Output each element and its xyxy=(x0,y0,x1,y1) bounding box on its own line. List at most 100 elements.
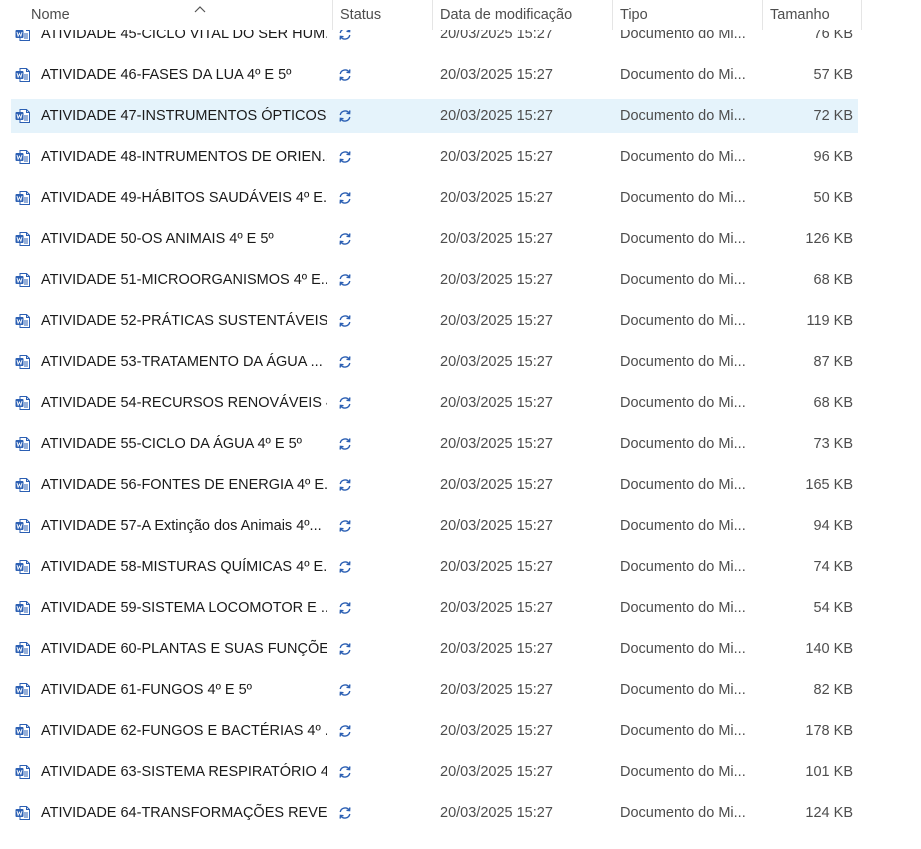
file-date: 20/03/2025 15:27 xyxy=(440,723,553,739)
column-header-date[interactable]: Data de modificação xyxy=(432,0,613,30)
sync-icon xyxy=(337,231,353,247)
file-row[interactable]: ATIVIDADE 49-HÁBITOS SAUDÁVEIS 4º E... 20… xyxy=(11,181,858,215)
file-name[interactable]: ATIVIDADE 64-TRANSFORMAÇÕES REVE... xyxy=(41,796,327,830)
file-date: 20/03/2025 15:27 xyxy=(440,108,553,124)
file-size: 57 KB xyxy=(813,67,854,83)
sync-icon xyxy=(337,805,353,821)
file-row[interactable]: ATIVIDADE 59-SISTEMA LOCOMOTOR E ... 20/0… xyxy=(11,591,858,625)
file-row[interactable]: ATIVIDADE 47-INSTRUMENTOS ÓPTICOS... 20/0… xyxy=(11,99,858,133)
word-document-icon xyxy=(15,477,31,493)
column-header-size[interactable]: Tamanho xyxy=(762,0,862,30)
file-row[interactable]: ATIVIDADE 58-MISTURAS QUÍMICAS 4º E... 20… xyxy=(11,550,858,584)
file-name[interactable]: ATIVIDADE 47-INSTRUMENTOS ÓPTICOS... xyxy=(41,99,327,133)
file-name[interactable]: ATIVIDADE 58-MISTURAS QUÍMICAS 4º E... xyxy=(41,550,327,584)
file-row[interactable]: ATIVIDADE 60-PLANTAS E SUAS FUNÇÕE... 20/… xyxy=(11,632,858,666)
file-row[interactable]: ATIVIDADE 55-CICLO DA ÁGUA 4º E 5º 20/03/… xyxy=(11,427,858,461)
column-header-type[interactable]: Tipo xyxy=(612,0,763,30)
file-row[interactable]: ATIVIDADE 52-PRÁTICAS SUSTENTÁVEIS ... 20… xyxy=(11,304,858,338)
sync-icon xyxy=(337,764,353,780)
word-document-icon xyxy=(15,67,31,83)
file-name[interactable]: ATIVIDADE 60-PLANTAS E SUAS FUNÇÕE... xyxy=(41,632,327,666)
file-row[interactable]: ATIVIDADE 56-FONTES DE ENERGIA 4º E... 20… xyxy=(11,468,858,502)
file-name[interactable]: ATIVIDADE 62-FUNGOS E BACTÉRIAS 4º ... xyxy=(41,714,327,748)
file-row[interactable]: ATIVIDADE 50-OS ANIMAIS 4º E 5º 20/03/202… xyxy=(11,222,858,256)
file-type: Documento do Mi... xyxy=(620,518,746,534)
file-size: 68 KB xyxy=(813,395,854,411)
word-document-icon xyxy=(15,600,31,616)
file-size: 178 KB xyxy=(805,723,853,739)
file-name[interactable]: ATIVIDADE 54-RECURSOS RENOVÁVEIS 4... xyxy=(41,386,327,420)
sync-icon xyxy=(337,149,353,165)
sync-icon xyxy=(337,108,353,124)
file-type: Documento do Mi... xyxy=(620,231,746,247)
word-document-icon xyxy=(15,272,31,288)
file-size: 50 KB xyxy=(813,190,854,206)
file-size: 72 KB xyxy=(813,108,854,124)
column-header: Nome Status Data de modificação Tipo Tam… xyxy=(0,0,862,30)
file-name[interactable]: ATIVIDADE 59-SISTEMA LOCOMOTOR E ... xyxy=(41,591,327,625)
word-document-icon xyxy=(15,190,31,206)
file-row[interactable]: ATIVIDADE 51-MICROORGANISMOS 4º E... 20/0… xyxy=(11,263,858,297)
file-row[interactable]: ATIVIDADE 48-INTRUMENTOS DE ORIEN... 20/0… xyxy=(11,140,858,174)
file-name[interactable]: ATIVIDADE 46-FASES DA LUA 4º E 5º xyxy=(41,58,327,92)
word-document-icon xyxy=(15,518,31,534)
file-date: 20/03/2025 15:27 xyxy=(440,395,553,411)
file-name[interactable]: ATIVIDADE 50-OS ANIMAIS 4º E 5º xyxy=(41,222,327,256)
file-row[interactable]: ATIVIDADE 53-TRATAMENTO DA ÁGUA ... 20/03… xyxy=(11,345,858,379)
word-document-icon xyxy=(15,682,31,698)
sync-icon xyxy=(337,313,353,329)
file-type: Documento do Mi... xyxy=(620,641,746,657)
file-type: Documento do Mi... xyxy=(620,313,746,329)
file-row[interactable]: ATIVIDADE 64-TRANSFORMAÇÕES REVE... 20/03… xyxy=(11,796,858,830)
file-date: 20/03/2025 15:27 xyxy=(440,600,553,616)
file-date: 20/03/2025 15:27 xyxy=(440,559,553,575)
file-type: Documento do Mi... xyxy=(620,559,746,575)
column-header-size-label: Tamanho xyxy=(770,7,830,23)
sync-icon xyxy=(337,272,353,288)
column-header-name[interactable]: Nome xyxy=(23,0,333,30)
file-name[interactable]: ATIVIDADE 57-A Extinção dos Animais 4º..… xyxy=(41,509,327,543)
file-name[interactable]: ATIVIDADE 63-SISTEMA RESPIRATÓRIO 4... xyxy=(41,755,327,789)
file-type: Documento do Mi... xyxy=(620,108,746,124)
file-name[interactable]: ATIVIDADE 52-PRÁTICAS SUSTENTÁVEIS ... xyxy=(41,304,327,338)
word-document-icon xyxy=(15,764,31,780)
column-header-status[interactable]: Status xyxy=(332,0,433,30)
file-date: 20/03/2025 15:27 xyxy=(440,190,553,206)
file-size: 126 KB xyxy=(805,231,853,247)
sync-icon xyxy=(337,477,353,493)
file-name[interactable]: ATIVIDADE 51-MICROORGANISMOS 4º E... xyxy=(41,263,327,297)
file-name[interactable]: ATIVIDADE 61-FUNGOS 4º E 5º xyxy=(41,673,327,707)
file-date: 20/03/2025 15:27 xyxy=(440,805,553,821)
file-row[interactable]: ATIVIDADE 61-FUNGOS 4º E 5º 20/03/2025 15… xyxy=(11,673,858,707)
file-row[interactable]: ATIVIDADE 46-FASES DA LUA 4º E 5º 20/03/2… xyxy=(11,58,858,92)
word-document-icon xyxy=(15,559,31,575)
file-date: 20/03/2025 15:27 xyxy=(440,149,553,165)
file-size: 82 KB xyxy=(813,682,854,698)
file-type: Documento do Mi... xyxy=(620,477,746,493)
file-name[interactable]: ATIVIDADE 55-CICLO DA ÁGUA 4º E 5º xyxy=(41,427,327,461)
file-date: 20/03/2025 15:27 xyxy=(440,354,553,370)
word-document-icon xyxy=(15,723,31,739)
file-type: Documento do Mi... xyxy=(620,272,746,288)
sync-icon xyxy=(337,354,353,370)
file-row[interactable]: ATIVIDADE 54-RECURSOS RENOVÁVEIS 4... 20/… xyxy=(11,386,858,420)
file-name[interactable]: ATIVIDADE 53-TRATAMENTO DA ÁGUA ... xyxy=(41,345,327,379)
file-row[interactable]: ATIVIDADE 62-FUNGOS E BACTÉRIAS 4º ... 20… xyxy=(11,714,858,748)
sync-icon xyxy=(337,723,353,739)
file-type: Documento do Mi... xyxy=(620,395,746,411)
column-header-name-label: Nome xyxy=(31,7,70,23)
file-name[interactable]: ATIVIDADE 48-INTRUMENTOS DE ORIEN... xyxy=(41,140,327,174)
column-header-status-label: Status xyxy=(340,7,382,23)
file-name[interactable]: ATIVIDADE 49-HÁBITOS SAUDÁVEIS 4º E... xyxy=(41,181,327,215)
file-size: 54 KB xyxy=(813,600,854,616)
sync-icon xyxy=(337,518,353,534)
file-row[interactable]: ATIVIDADE 63-SISTEMA RESPIRATÓRIO 4... 20… xyxy=(11,755,858,789)
sync-icon xyxy=(337,190,353,206)
file-row[interactable]: ATIVIDADE 57-A Extinção dos Animais 4º..… xyxy=(11,509,858,543)
sync-icon xyxy=(337,436,353,452)
sort-ascending-icon xyxy=(194,0,206,26)
file-name[interactable]: ATIVIDADE 56-FONTES DE ENERGIA 4º E... xyxy=(41,468,327,502)
file-date: 20/03/2025 15:27 xyxy=(440,67,553,83)
word-document-icon xyxy=(15,354,31,370)
file-type: Documento do Mi... xyxy=(620,723,746,739)
